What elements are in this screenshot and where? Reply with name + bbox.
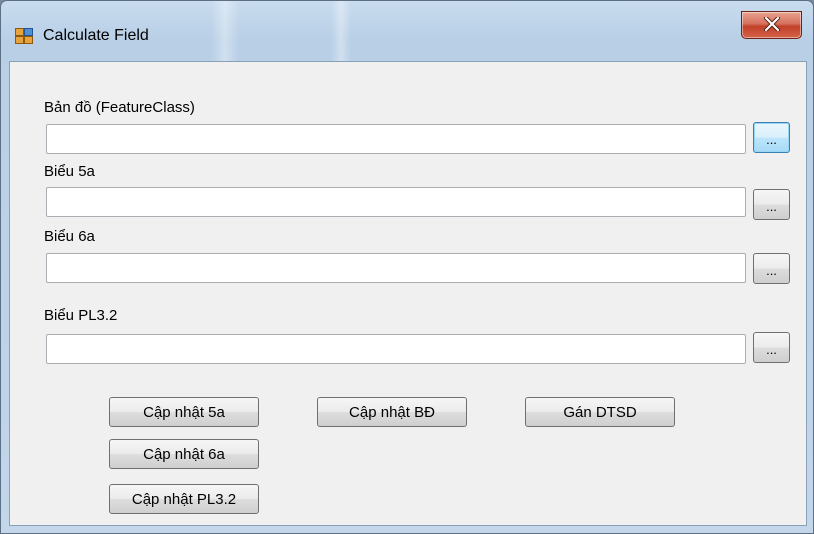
browse-bieu-6a-button[interactable]: ... <box>753 253 790 284</box>
field-label-bieu-pl32: Biểu PL3.2 <box>44 307 118 324</box>
window-title: Calculate Field <box>43 27 149 44</box>
field-label-feature-class: Bản đồ (FeatureClass) <box>44 99 195 116</box>
bieu-5a-input[interactable] <box>46 187 746 217</box>
feature-class-input[interactable] <box>46 124 746 154</box>
assign-dtsd-button[interactable]: Gán DTSD <box>525 397 675 427</box>
field-label-bieu-6a: Biểu 6a <box>44 228 95 245</box>
update-bd-button[interactable]: Cập nhật BĐ <box>317 397 467 427</box>
close-icon <box>763 15 780 35</box>
browse-bieu-5a-button[interactable]: ... <box>753 189 790 220</box>
field-label-bieu-5a: Biểu 5a <box>44 163 95 180</box>
form-client-area: Bản đồ (FeatureClass) ... Biểu 5a ... Bi… <box>9 61 807 526</box>
bieu-6a-input[interactable] <box>46 253 746 283</box>
bieu-pl32-input[interactable] <box>46 334 746 364</box>
update-pl32-button[interactable]: Cập nhật PL3.2 <box>109 484 259 514</box>
update-5a-button[interactable]: Cập nhật 5a <box>109 397 259 427</box>
browse-bieu-pl32-button[interactable]: ... <box>753 332 790 363</box>
form-app-icon <box>15 28 33 44</box>
update-6a-button[interactable]: Cập nhật 6a <box>109 439 259 469</box>
calculate-field-window: Calculate Field Bản đồ (FeatureClass) ..… <box>0 0 814 534</box>
title-bar[interactable]: Calculate Field <box>1 1 813 61</box>
browse-feature-class-button[interactable]: ... <box>753 122 790 153</box>
close-button[interactable] <box>741 11 802 39</box>
